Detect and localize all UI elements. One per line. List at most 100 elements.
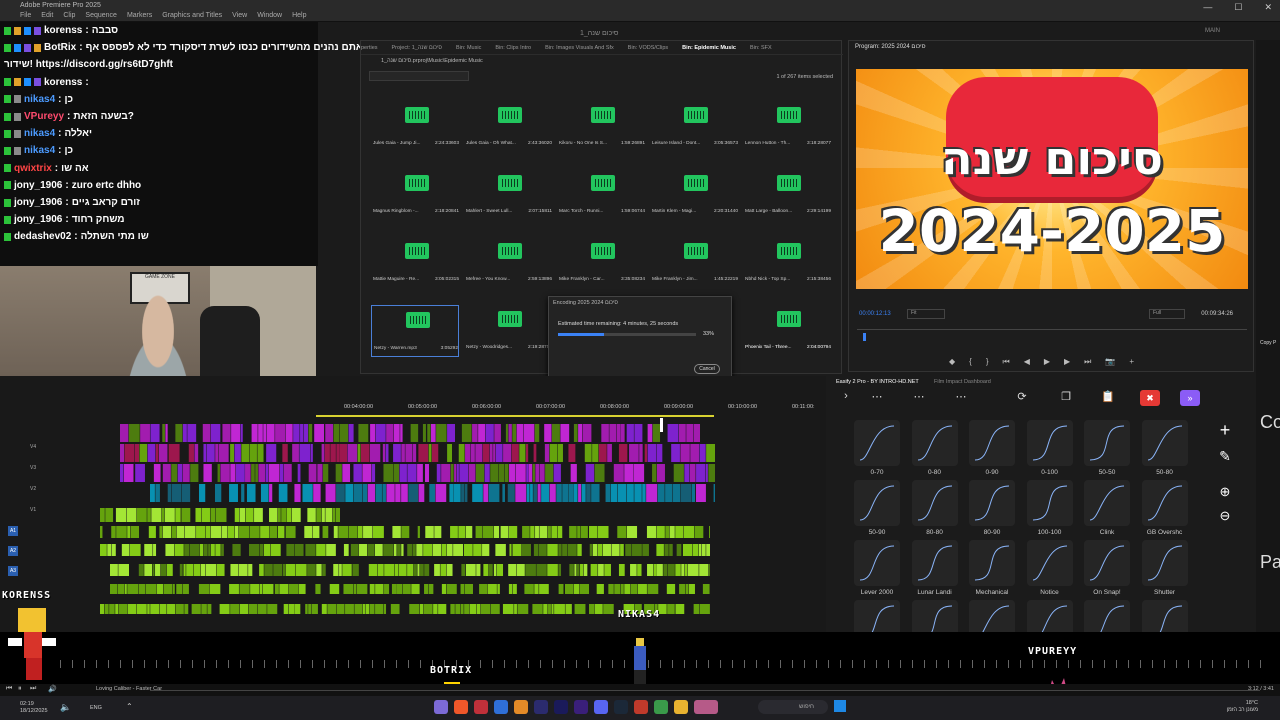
timeline-clip[interactable] xyxy=(128,424,140,442)
timeline-clip[interactable] xyxy=(624,464,634,482)
timeline-clip[interactable] xyxy=(210,526,222,538)
timeline-clip[interactable] xyxy=(422,424,426,442)
timeline-clip[interactable] xyxy=(302,484,313,502)
timeline-clip[interactable] xyxy=(121,544,130,556)
timeline-clip[interactable] xyxy=(229,484,238,502)
timeline-clip[interactable] xyxy=(304,526,313,538)
clip-item[interactable]: Lennon Hutton - Th... 3:18:28077 xyxy=(743,101,831,153)
play-icon[interactable]: ▶ xyxy=(1044,357,1050,367)
timeline-clip[interactable] xyxy=(165,424,168,442)
timeline-clip[interactable] xyxy=(127,604,137,614)
timeline-clip[interactable] xyxy=(367,544,375,556)
timeline-clip[interactable] xyxy=(152,564,155,576)
timeline-clip[interactable] xyxy=(483,564,489,576)
timeline-clip[interactable] xyxy=(607,444,612,462)
timeline-clip[interactable] xyxy=(259,564,264,576)
timeline-clip[interactable] xyxy=(516,564,525,576)
timeline-clip[interactable] xyxy=(617,526,627,538)
timeline-clip[interactable] xyxy=(680,444,690,462)
timeline-clip[interactable] xyxy=(706,544,710,556)
timeline-clip[interactable] xyxy=(536,564,547,576)
video-track-label[interactable]: V1 xyxy=(30,507,36,513)
timeline-clip[interactable] xyxy=(294,604,301,614)
clip-item[interactable]: Matt Large - Balloon... 2:29:14199 xyxy=(743,169,831,221)
timeline-clip[interactable] xyxy=(705,464,708,482)
timeline-clip[interactable] xyxy=(434,526,442,538)
timeline-clip[interactable] xyxy=(665,526,670,538)
timeline-clip[interactable] xyxy=(453,484,461,502)
timeline-clip[interactable] xyxy=(562,484,569,502)
timeline-clip[interactable] xyxy=(417,564,420,576)
timeline-clip[interactable] xyxy=(701,544,706,556)
timeline-clip[interactable] xyxy=(330,444,336,462)
timeline-clip[interactable] xyxy=(239,584,250,594)
timeline-clip[interactable] xyxy=(343,544,349,556)
timeline-clip[interactable] xyxy=(174,544,184,556)
timeline-clip[interactable] xyxy=(678,424,686,442)
next-icon[interactable]: ⏭ xyxy=(30,685,36,693)
video-track-label[interactable]: V3 xyxy=(30,465,36,471)
audio-track-label[interactable]: A1 xyxy=(8,526,18,536)
timeline-clip[interactable] xyxy=(332,508,335,522)
timeline-clip[interactable] xyxy=(159,526,163,538)
timeline-clip[interactable] xyxy=(418,444,429,462)
timeline-clip[interactable] xyxy=(111,544,116,556)
timeline-clip[interactable] xyxy=(177,464,183,482)
timeline-clip[interactable] xyxy=(502,484,505,502)
timeline-clip[interactable] xyxy=(314,424,325,442)
chat-username[interactable]: nikas4 xyxy=(24,94,55,105)
ease-preset-button[interactable] xyxy=(1084,420,1130,466)
timeline-clip[interactable] xyxy=(401,444,405,462)
timeline-clip[interactable] xyxy=(626,526,638,538)
timeline-clip[interactable] xyxy=(562,544,568,556)
timeline-clip[interactable] xyxy=(357,444,361,462)
ease-preset-button[interactable] xyxy=(1141,480,1188,526)
ease-preset-button[interactable] xyxy=(1026,420,1073,466)
timeline-clip[interactable] xyxy=(483,484,489,502)
timeline-clip[interactable] xyxy=(487,584,497,594)
timeline-clip[interactable] xyxy=(534,424,540,442)
timeline-clip[interactable] xyxy=(375,484,382,502)
timeline-clip[interactable] xyxy=(673,464,684,482)
timeline-clip[interactable] xyxy=(305,544,316,556)
timeline-clip[interactable] xyxy=(634,484,642,502)
timeline-clip[interactable] xyxy=(210,544,215,556)
timeline-clip[interactable] xyxy=(295,564,307,576)
timeline-clip[interactable] xyxy=(333,424,340,442)
chat-username[interactable]: jony_1906 xyxy=(14,197,62,208)
paste-icon[interactable]: 📋 xyxy=(1098,390,1118,406)
program-playhead[interactable] xyxy=(863,333,866,341)
timeline-clip[interactable] xyxy=(159,604,167,614)
timeline-clip[interactable] xyxy=(294,544,304,556)
timeline-clip[interactable] xyxy=(127,526,131,538)
timeline-clip[interactable] xyxy=(465,444,471,462)
timeline-clip[interactable] xyxy=(464,484,468,502)
timeline-clip[interactable] xyxy=(288,584,299,594)
app-icon-chrome[interactable] xyxy=(474,700,488,714)
timeline-clip[interactable] xyxy=(262,584,274,594)
timeline-clip[interactable] xyxy=(317,464,323,482)
timeline-clip[interactable] xyxy=(633,464,645,482)
timeline-clip[interactable] xyxy=(176,526,185,538)
timeline-clip[interactable] xyxy=(419,604,424,614)
timeline-clip[interactable] xyxy=(699,604,710,614)
app-icon-firefox[interactable] xyxy=(454,700,468,714)
timeline-clip[interactable] xyxy=(425,526,434,538)
clip-item[interactable]: Kikoru - No One Is S... 1:59:26891 xyxy=(557,101,645,153)
timeline-clip[interactable] xyxy=(322,564,326,576)
timeline-clip[interactable] xyxy=(181,508,191,522)
timeline-clip[interactable] xyxy=(495,544,506,556)
ease-preset-button[interactable] xyxy=(1084,480,1130,526)
timeline-clip[interactable] xyxy=(184,544,190,556)
project-tab[interactable]: Bin: Clips Intro xyxy=(495,45,531,51)
timeline-clip[interactable] xyxy=(596,584,604,594)
camera-icon[interactable]: 📷 xyxy=(1105,357,1115,367)
timeline-clips[interactable] xyxy=(100,418,720,628)
timeline-clip[interactable] xyxy=(384,564,395,576)
timeline-clip[interactable] xyxy=(413,564,417,576)
timeline-clip[interactable] xyxy=(397,544,401,556)
timeline-clip[interactable] xyxy=(530,526,535,538)
timeline-clip[interactable] xyxy=(375,604,384,614)
timeline-clip[interactable] xyxy=(374,544,383,556)
timeline-clip[interactable] xyxy=(323,464,329,482)
